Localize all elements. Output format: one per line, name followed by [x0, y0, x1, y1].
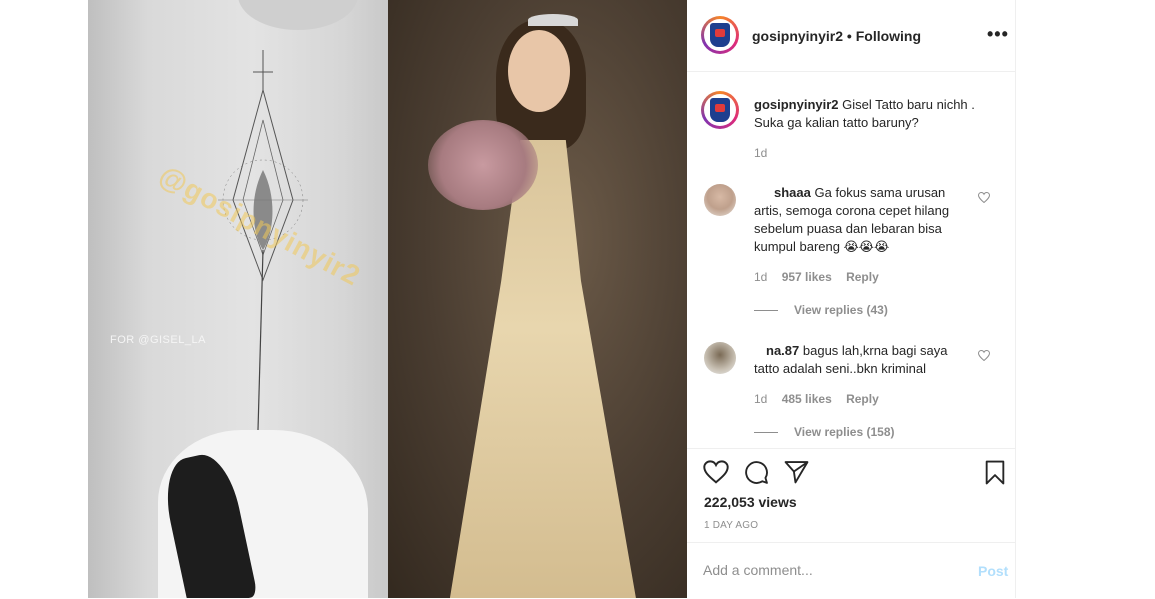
- comment-meta: 1d 485 likes Reply: [754, 392, 890, 406]
- caption-time[interactable]: 1d: [754, 146, 767, 160]
- replies-divider-line: [754, 309, 778, 311]
- comment-meta: 1d 957 likes Reply: [754, 270, 890, 284]
- comment-input[interactable]: [703, 559, 943, 581]
- face-shape: [508, 30, 570, 112]
- comment-likes[interactable]: 485 likes: [782, 392, 832, 406]
- post-header: gosipnyinyir2 • Following •••: [687, 0, 1015, 72]
- share-icon[interactable]: [784, 460, 809, 489]
- post-media[interactable]: @gosipnyinyir2 FOR @GISEL_LA: [88, 0, 687, 598]
- caption-username[interactable]: gosipnyinyir2: [754, 97, 839, 112]
- comment-likes[interactable]: 957 likes: [782, 270, 832, 284]
- reply-button[interactable]: Reply: [846, 392, 879, 406]
- post-timestamp[interactable]: 1 DAY AGO: [704, 520, 758, 531]
- portrait-photo: [388, 0, 687, 598]
- post-side-panel: gosipnyinyir2 • Following ••• gosipnyiny…: [687, 0, 1016, 598]
- post-comment-button[interactable]: Post: [978, 563, 1008, 579]
- commenter-username[interactable]: na.87: [766, 343, 799, 358]
- following-button[interactable]: Following: [856, 28, 921, 44]
- caption-avatar[interactable]: [701, 91, 739, 129]
- hair-shape: [238, 0, 358, 30]
- comment-icon[interactable]: [744, 460, 769, 490]
- account-logo-icon: [710, 98, 730, 122]
- comment-form: Post: [687, 542, 1015, 599]
- author-username[interactable]: gosipnyinyir2: [752, 28, 843, 44]
- commenter-avatar[interactable]: [704, 184, 736, 216]
- commenter-avatar[interactable]: [704, 342, 736, 374]
- bookmark-icon[interactable]: [984, 460, 1006, 490]
- view-replies-label: View replies (43): [794, 303, 888, 317]
- view-replies-button[interactable]: View replies (43): [754, 303, 888, 317]
- comment-time[interactable]: 1d: [754, 270, 767, 284]
- separator-dot: •: [846, 28, 852, 44]
- comment-time[interactable]: 1d: [754, 392, 767, 406]
- heart-icon[interactable]: [703, 460, 729, 489]
- small-heart-icon[interactable]: [977, 191, 991, 206]
- view-replies-label: View replies (158): [794, 425, 895, 439]
- caption-text: gosipnyinyir2 Gisel Tatto baru nichh . S…: [754, 96, 999, 132]
- more-options-icon[interactable]: •••: [987, 24, 1009, 45]
- comment-text: shaaa Ga fokus sama urusan artis, semoga…: [754, 184, 974, 256]
- author-avatar[interactable]: [701, 16, 739, 54]
- actions-divider: [687, 448, 1015, 449]
- flower-bouquet-shape: [428, 120, 538, 210]
- photo-credit: FOR @GISEL_LA: [110, 334, 206, 346]
- header-username-line: gosipnyinyir2 • Following: [752, 28, 921, 44]
- comment-text: na.87 bagus lah,krna bagi saya tatto ada…: [754, 342, 974, 378]
- replies-divider-line: [754, 431, 778, 433]
- commenter-username[interactable]: shaaa: [774, 185, 811, 200]
- tiara-shape: [528, 14, 578, 26]
- views-count[interactable]: 222,053 views: [704, 494, 797, 510]
- tattoo-photo: @gosipnyinyir2 FOR @GISEL_LA: [88, 0, 388, 598]
- reply-button[interactable]: Reply: [846, 270, 879, 284]
- account-logo-icon: [710, 23, 730, 47]
- view-replies-button[interactable]: View replies (158): [754, 425, 895, 439]
- small-heart-icon[interactable]: [977, 349, 991, 364]
